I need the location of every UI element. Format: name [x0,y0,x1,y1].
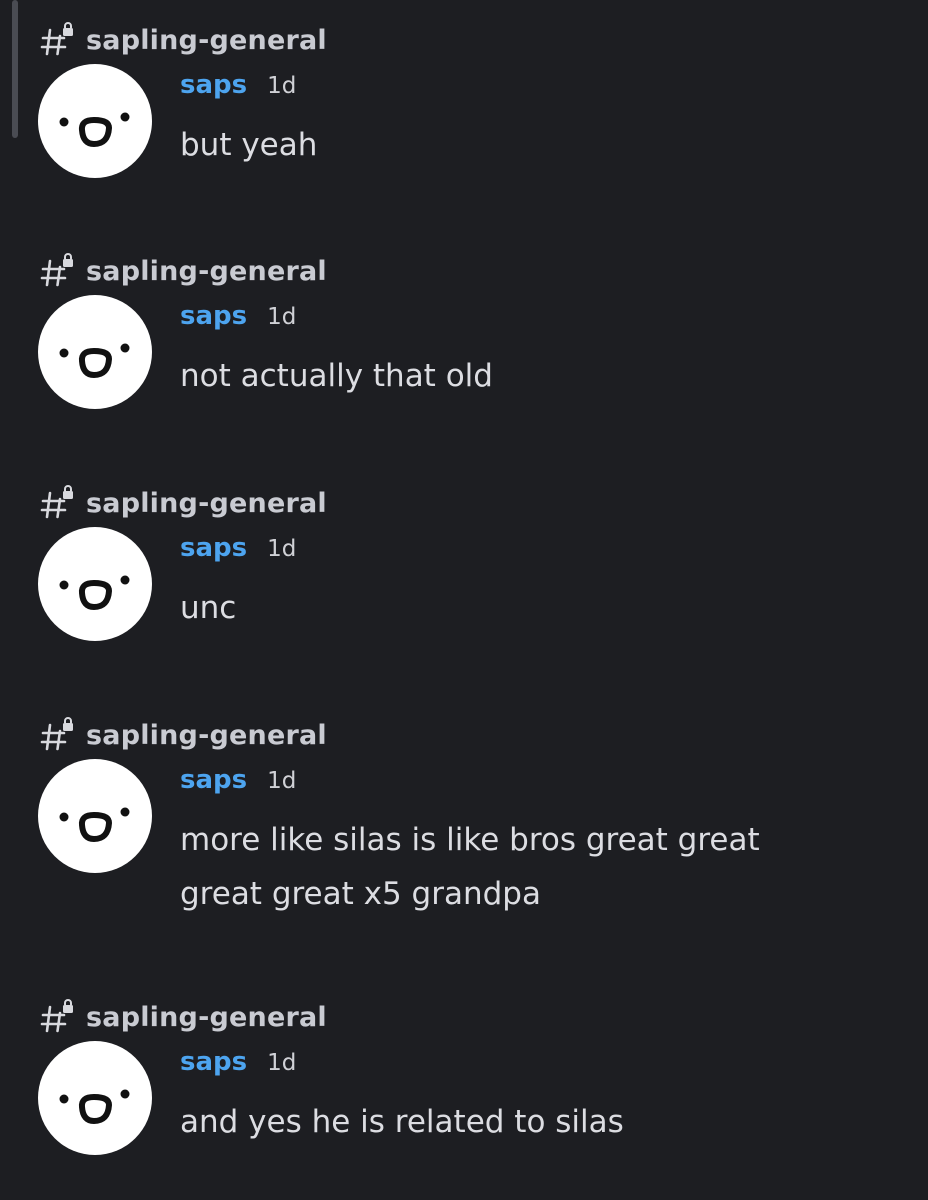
message-meta: saps 1d [180,533,296,573]
locked-channel-icon [40,717,73,751]
smiley-face-icon [59,112,130,147]
user-avatar[interactable] [38,295,152,409]
smiley-face-icon [59,807,130,842]
locked-channel-icon [40,999,73,1033]
scrollbar[interactable] [12,0,18,138]
locked-channel-icon [40,253,73,287]
channel-header[interactable]: sapling-general [40,481,327,525]
timestamp: 1d [267,768,297,794]
username[interactable]: saps [180,301,247,331]
user-avatar[interactable] [38,759,152,873]
message-content: unc [180,590,237,626]
timestamp: 1d [267,73,297,99]
user-avatar[interactable] [38,1041,152,1155]
user-avatar[interactable] [38,64,152,178]
message-meta: saps 1d [180,70,296,110]
channel-name: sapling-general [86,1001,327,1033]
timestamp: 1d [267,304,297,330]
timestamp: 1d [267,1050,297,1076]
channel-header[interactable]: sapling-general [40,713,327,757]
username[interactable]: saps [180,533,247,563]
channel-header[interactable]: sapling-general [40,995,327,1039]
smiley-face-icon [59,343,130,378]
channel-name: sapling-general [86,255,327,287]
message-content: more like silas is like bros great great… [180,822,760,912]
smiley-face-icon [59,1089,130,1124]
timestamp: 1d [267,536,297,562]
channel-header[interactable]: sapling-general [40,249,327,293]
channel-header[interactable]: sapling-general [40,18,327,62]
channel-name: sapling-general [86,487,327,519]
locked-channel-icon [40,22,73,56]
message-meta: saps 1d [180,1047,296,1087]
smiley-face-icon [59,575,130,610]
user-avatar[interactable] [38,527,152,641]
channel-name: sapling-general [86,719,327,751]
message-content: but yeah [180,127,318,163]
username[interactable]: saps [180,765,247,795]
locked-channel-icon [40,485,73,519]
message-meta: saps 1d [180,301,296,341]
username[interactable]: saps [180,70,247,100]
channel-name: sapling-general [86,24,327,56]
message-content: and yes he is related to silas [180,1104,624,1140]
username[interactable]: saps [180,1047,247,1077]
message-content: not actually that old [180,358,493,394]
message-meta: saps 1d [180,765,296,805]
